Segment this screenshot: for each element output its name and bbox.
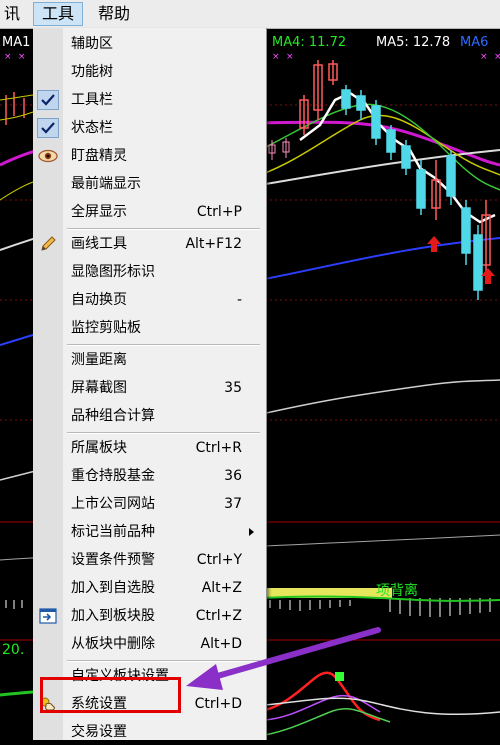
menu-item-always-on-top[interactable]: 最前端显示 (33, 171, 266, 197)
menu-item-shortcut: Alt+D (200, 636, 242, 652)
menu-item-label: 盯盘精灵 (71, 148, 127, 164)
menu-item-heavy-holding-funds[interactable]: 重仓持股基金 36 (33, 463, 266, 489)
menu-item-watch-sprite[interactable]: 盯盘精灵 (33, 143, 266, 169)
menu-item-shortcut: 37 (224, 496, 242, 512)
menu-item-add-to-block[interactable]: 加入到板块股 Ctrl+Z (33, 603, 266, 629)
bottom-marker (335, 672, 344, 681)
menu-item-label: 屏幕截图 (71, 380, 127, 396)
menu-item-label: 显隐图形标识 (71, 264, 155, 280)
menu-item-label: 从板块中删除 (71, 636, 155, 652)
menu-item-shortcut: Alt+Z (201, 580, 242, 596)
check-icon (37, 118, 59, 138)
menu-item-label: 交易设置 (71, 724, 127, 740)
menu-item-shortcut: Ctrl+Z (195, 608, 242, 624)
menu-item-auto-page-turn[interactable]: 自动换页 - (33, 287, 266, 313)
menu-separator (67, 660, 260, 662)
ma5-label: MA5: 12.78 (376, 35, 451, 50)
menu-item-label: 标记当前品种 (71, 524, 155, 540)
menu-item-label: 设置条件预警 (71, 552, 155, 568)
menu-item-label: 自动换页 (71, 292, 127, 308)
menu-item-shortcut: - (236, 292, 242, 308)
menu-item-auxiliary-area[interactable]: 辅助区 (33, 31, 266, 57)
x-marker: × (18, 52, 26, 62)
menu-item-shortcut: 36 (224, 468, 242, 484)
menu-separator (67, 344, 260, 346)
menu-item-label: 最前端显示 (71, 176, 141, 192)
menu-item-label: 加入到板块股 (71, 608, 155, 624)
menu-item-label: 上市公司网站 (71, 496, 155, 512)
menu-bar-item-info[interactable]: 讯 (0, 3, 28, 25)
pencil-icon (37, 234, 59, 254)
menu-item-label: 辅助区 (71, 36, 113, 52)
x-marker: × (286, 52, 294, 62)
menu-item-shortcut: Ctrl+R (195, 440, 242, 456)
menu-item-label: 品种组合计算 (71, 408, 155, 424)
menu-item-shortcut: Ctrl+P (196, 204, 242, 220)
submenu-arrow-icon (249, 528, 254, 536)
menu-item-drawing-tools[interactable]: 画线工具 Alt+F12 (33, 231, 266, 257)
menu-item-add-to-watchlist[interactable]: 加入到自选股 Alt+Z (33, 575, 266, 601)
menu-item-label: 功能树 (71, 64, 113, 80)
menu-item-label: 画线工具 (71, 236, 127, 252)
menu-item-monitor-clipboard[interactable]: 监控剪贴板 (33, 315, 266, 341)
menu-item-label: 监控剪贴板 (71, 320, 141, 336)
eye-icon (37, 146, 59, 166)
menu-item-label: 所属板块 (71, 440, 127, 456)
x-marker: × (272, 52, 280, 62)
menu-item-measure-distance[interactable]: 测量距离 (33, 347, 266, 373)
ma4-label: MA4: 11.72 (272, 35, 347, 50)
menu-item-function-tree[interactable]: 功能树 (33, 59, 266, 85)
check-icon (37, 90, 59, 110)
menu-item-status-bar[interactable]: 状态栏 (33, 115, 266, 141)
menu-item-remove-from-block[interactable]: 从板块中删除 Alt+D (33, 631, 266, 657)
add-to-block-icon (37, 606, 59, 626)
tools-dropdown-menu: 辅助区 功能树 工具栏 状态栏 盯盘精灵 最前端显示 全屏显示 Ctrl+P 画… (33, 28, 267, 740)
menu-item-shortcut: 35 (224, 380, 242, 396)
menu-item-label: 状态栏 (71, 120, 113, 136)
menu-item-label: 测量距离 (71, 352, 127, 368)
divergence-annotation: 项背离 (376, 583, 418, 599)
menu-bar: 讯 工具 帮助 (0, 0, 500, 29)
menu-item-shortcut: Alt+F12 (185, 236, 242, 252)
menu-item-fullscreen[interactable]: 全屏显示 Ctrl+P (33, 199, 266, 225)
menu-item-portfolio-calc[interactable]: 品种组合计算 (33, 403, 266, 429)
ma-left-label: MA1 (2, 35, 31, 50)
menu-item-sector[interactable]: 所属板块 Ctrl+R (33, 435, 266, 461)
menu-bar-item-help[interactable]: 帮助 (90, 3, 138, 25)
menu-item-label: 工具栏 (71, 92, 113, 108)
x-marker: × (480, 52, 488, 62)
menu-item-label: 重仓持股基金 (71, 468, 155, 484)
lower-value-label: 20. (2, 642, 25, 658)
menu-item-company-website[interactable]: 上市公司网站 37 (33, 491, 266, 517)
menu-item-shortcut: Ctrl+Y (196, 552, 242, 568)
menu-item-toolbar[interactable]: 工具栏 (33, 87, 266, 113)
menu-item-trade-settings[interactable]: 交易设置 (33, 719, 266, 745)
menu-separator (67, 432, 260, 434)
menu-item-label: 加入到自选股 (71, 580, 155, 596)
menu-item-label: 全屏显示 (71, 204, 127, 220)
menu-bar-item-tools[interactable]: 工具 (33, 2, 84, 26)
x-marker: × (4, 52, 12, 62)
ma6-label: MA6 (460, 35, 489, 50)
menu-item-screenshot[interactable]: 屏幕截图 35 (33, 375, 266, 401)
menu-item-shortcut: Ctrl+D (194, 696, 242, 712)
menu-item-condition-alert[interactable]: 设置条件预警 Ctrl+Y (33, 547, 266, 573)
menu-separator (67, 228, 260, 230)
menu-item-toggle-graphic-marks[interactable]: 显隐图形标识 (33, 259, 266, 285)
menu-item-mark-current[interactable]: 标记当前品种 (33, 519, 266, 545)
system-settings-highlight-box (40, 677, 181, 713)
x-marker: × (494, 52, 500, 62)
